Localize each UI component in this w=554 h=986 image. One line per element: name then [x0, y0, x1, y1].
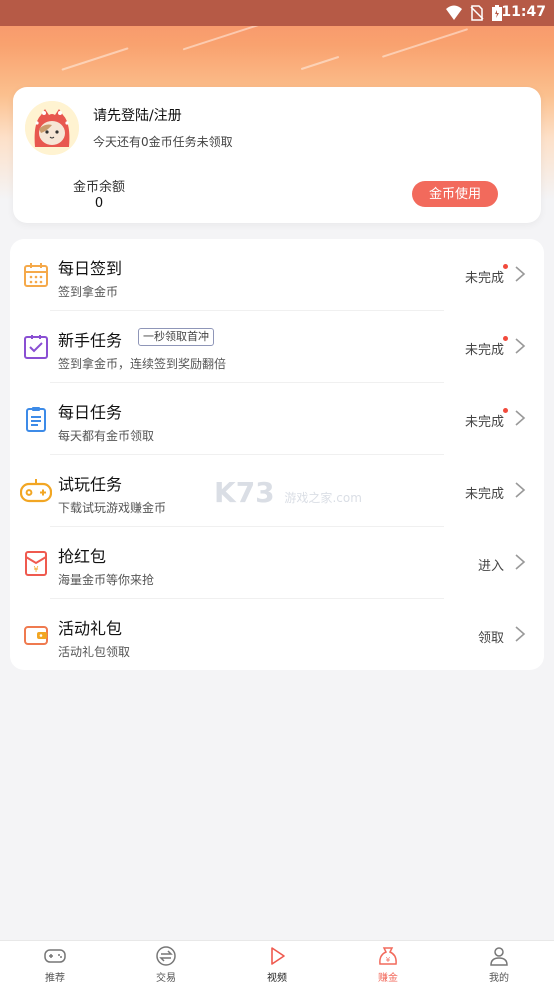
use-coins-button[interactable]: 金币使用 — [412, 181, 498, 207]
task-daily[interactable]: 每日任务 每天都有金币领取 未完成 — [10, 383, 544, 455]
nav-mine[interactable]: 我的 — [444, 941, 554, 986]
watermark-domain: .com — [332, 491, 362, 505]
nav-label: 赚金 — [378, 973, 398, 984]
exchange-icon — [156, 946, 176, 966]
balance-label: 金币余额 — [72, 180, 125, 195]
chevron-right-icon — [515, 266, 526, 282]
task-status: 进入 — [477, 559, 504, 574]
nav-trade[interactable]: 交易 — [111, 941, 221, 986]
status-time: 11:47 — [501, 4, 546, 20]
money-bag-icon: ¥ — [379, 947, 397, 965]
task-desc: 海量金币等你来抢 — [58, 573, 155, 587]
status-bar: 11:47 — [0, 0, 554, 26]
task-daily-signin[interactable]: 每日签到 签到拿金币 未完成 — [10, 239, 544, 311]
nav-video[interactable]: 视频 — [222, 941, 332, 986]
task-desc: 下载试玩游戏赚金币 — [58, 501, 167, 515]
balance-value: 0 — [94, 196, 104, 211]
task-status: 未完成 — [464, 415, 504, 430]
user-card: 请先登陆/注册 今天还有0金币任务未领取 金币余额 0 金币使用 — [13, 87, 541, 223]
task-newbie[interactable]: 新手任务 一秒领取首冲 签到拿金币，连续签到奖励翻倍 未完成 — [10, 311, 544, 383]
red-envelope-icon: ¥ — [25, 551, 47, 576]
watermark: K73 游戏之家.com — [214, 476, 362, 509]
calendar-icon — [24, 263, 48, 287]
nav-label: 推荐 — [45, 973, 65, 984]
wifi-icon — [446, 5, 462, 20]
first-recharge-badge: 一秒领取首冲 — [138, 328, 214, 346]
no-sim-icon — [470, 5, 484, 21]
chevron-right-icon — [515, 482, 526, 498]
task-status: 未完成 — [464, 343, 504, 358]
svg-text:¥: ¥ — [386, 956, 391, 964]
chevron-right-icon — [515, 410, 526, 426]
task-title: 每日签到 — [58, 259, 123, 278]
nav-earn[interactable]: ¥ 赚金 — [333, 941, 443, 986]
task-status: 未完成 — [464, 271, 504, 286]
nav-recommend[interactable]: 推荐 — [0, 941, 110, 986]
task-desc: 活动礼包领取 — [58, 645, 131, 659]
task-status: 领取 — [477, 631, 504, 646]
unread-dot — [503, 408, 508, 413]
task-title: 活动礼包 — [58, 619, 123, 638]
chevron-right-icon — [515, 554, 526, 570]
task-desc: 签到拿金币，连续签到奖励翻倍 — [58, 357, 227, 371]
task-title: 新手任务 — [58, 331, 123, 350]
bottom-nav: 推荐 交易 视频 ¥ 赚金 我的 — [0, 940, 554, 986]
watermark-main: K73 — [214, 476, 275, 509]
wallet-icon — [24, 626, 48, 645]
task-hint: 今天还有0金币任务未领取 — [93, 135, 233, 149]
login-prompt[interactable]: 请先登陆/注册 — [93, 105, 182, 125]
nav-label: 我的 — [489, 973, 509, 984]
user-icon — [490, 947, 508, 966]
task-desc: 每天都有金币领取 — [58, 429, 155, 443]
task-title: 试玩任务 — [58, 475, 123, 494]
task-desc: 签到拿金币 — [58, 285, 119, 299]
avatar[interactable] — [25, 101, 79, 155]
svg-text:¥: ¥ — [33, 565, 38, 574]
gamepad-icon — [44, 949, 66, 963]
checkbox-icon — [24, 335, 48, 359]
nav-label: 交易 — [156, 973, 176, 984]
cat-avatar-icon — [25, 101, 79, 155]
watermark-sub: 游戏之家 — [284, 491, 333, 505]
unread-dot — [503, 336, 508, 341]
play-icon — [271, 947, 285, 965]
task-event-gift[interactable]: 活动礼包 活动礼包领取 领取 — [10, 599, 544, 671]
chevron-right-icon — [515, 338, 526, 354]
task-list: 每日签到 签到拿金币 未完成 新手任务 一秒领取首冲 签到拿金币，连续签到奖励翻… — [10, 239, 544, 670]
task-title: 每日任务 — [58, 403, 123, 422]
unread-dot — [503, 264, 508, 269]
task-status: 未完成 — [464, 487, 504, 502]
gamepad-icon — [20, 479, 52, 503]
task-red-envelope[interactable]: ¥ 抢红包 海量金币等你来抢 进入 — [10, 527, 544, 599]
chevron-right-icon — [515, 626, 526, 642]
nav-label: 视频 — [267, 973, 287, 984]
task-title: 抢红包 — [58, 547, 107, 566]
clipboard-icon — [26, 407, 46, 432]
